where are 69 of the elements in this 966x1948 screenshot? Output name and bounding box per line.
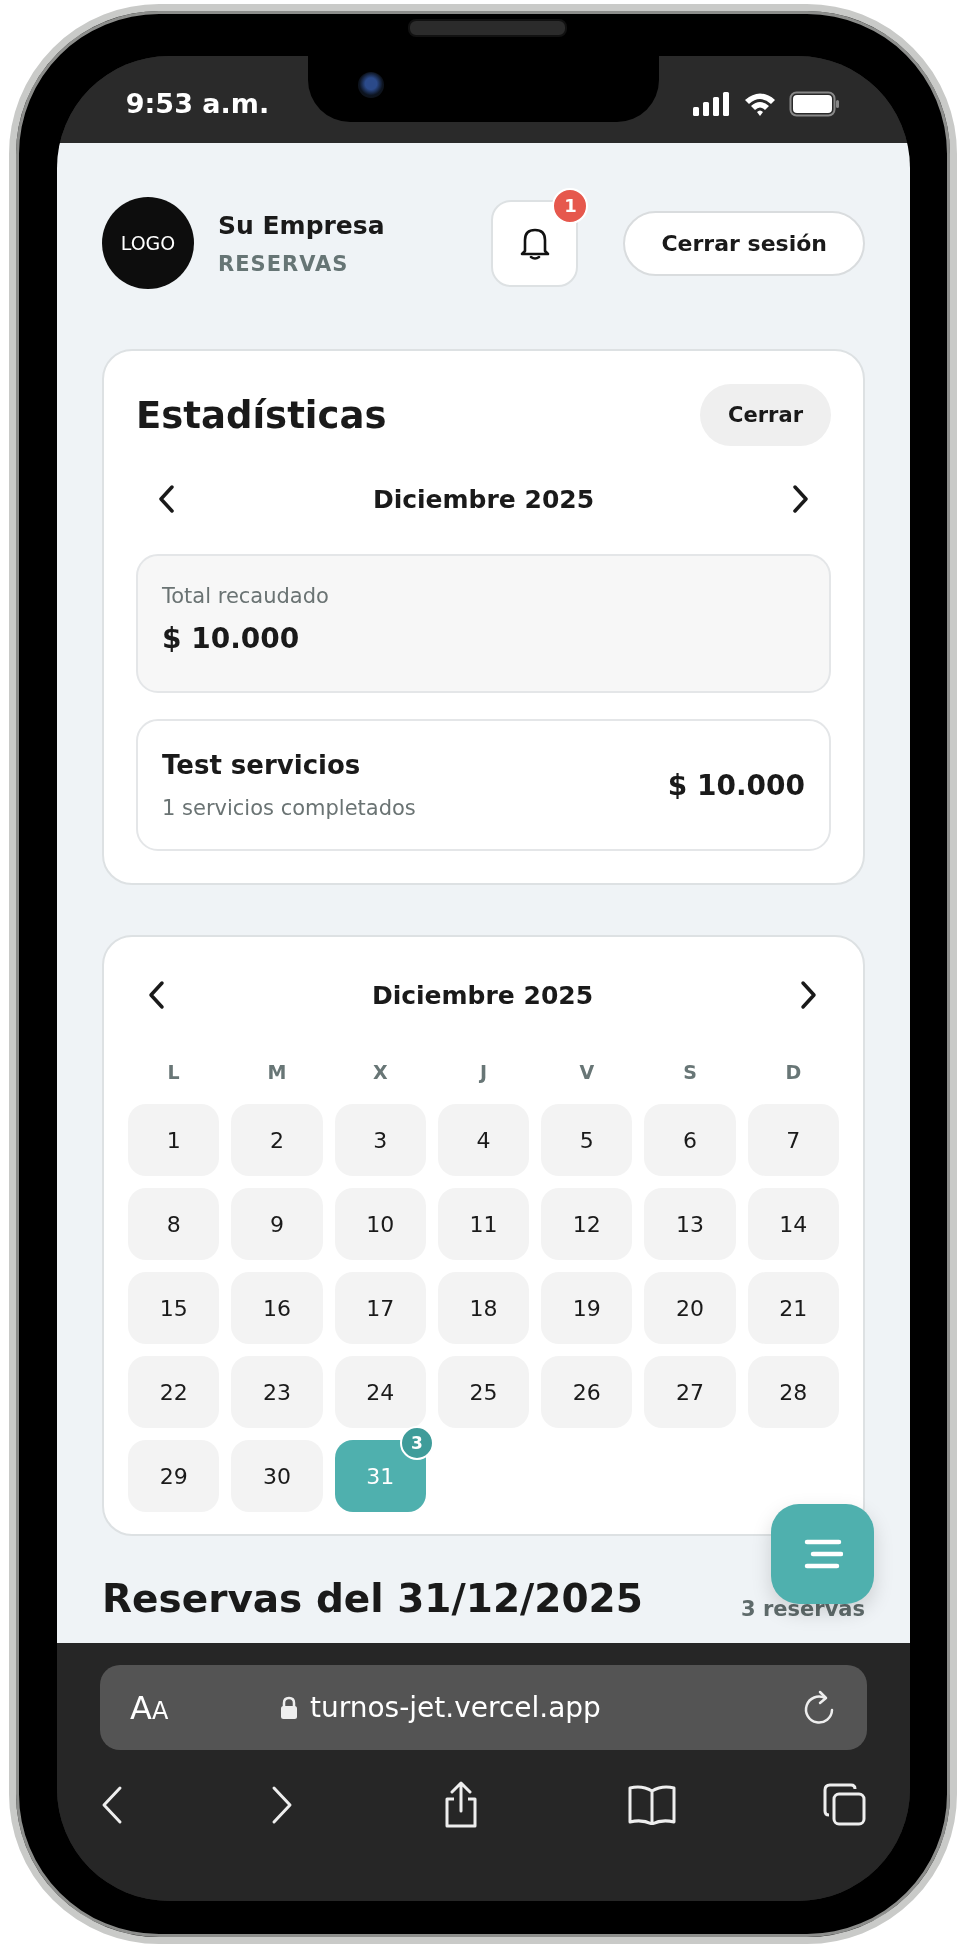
section-label: RESERVAS xyxy=(218,251,350,276)
weekday-label: L xyxy=(166,1060,181,1085)
battery-icon xyxy=(789,90,841,117)
notifications-button[interactable] xyxy=(491,199,579,287)
month-label: Diciembre 2025 xyxy=(372,484,595,514)
calendar-day[interactable]: 12 xyxy=(541,1188,633,1260)
logo: LOGO xyxy=(102,197,194,289)
total-amount: $ 10.000 xyxy=(162,622,301,655)
text-size-button[interactable]: AA xyxy=(130,1688,280,1727)
url-text: turnos-jet.vercel.app xyxy=(310,1691,601,1724)
service-amount: $ 10.000 xyxy=(667,768,805,802)
calendar-day[interactable]: 9 xyxy=(231,1188,323,1260)
calendar-day[interactable]: 30 xyxy=(231,1440,323,1512)
calendar-day[interactable]: 4 xyxy=(437,1104,530,1176)
lock-icon xyxy=(280,1695,298,1720)
calendar-day[interactable]: 19 xyxy=(541,1272,633,1344)
calendar-day[interactable]: 16 xyxy=(231,1272,323,1344)
calendar-day[interactable]: 28 xyxy=(747,1356,839,1428)
calendar-day[interactable]: 23 xyxy=(231,1356,323,1428)
calendar-day[interactable]: 7 xyxy=(747,1104,839,1176)
notification-badge: 1 xyxy=(552,187,589,224)
menu-icon xyxy=(802,1539,843,1569)
calendar-day[interactable]: 8 xyxy=(128,1188,220,1260)
count-badge: 3 xyxy=(399,1426,434,1460)
service-detail: 1 servicios completados xyxy=(162,796,416,820)
logout-button[interactable]: Cerrar sesión xyxy=(623,210,865,276)
tabs-icon[interactable] xyxy=(823,1783,867,1827)
calendar-day[interactable]: 24 xyxy=(334,1356,426,1428)
calendar-day[interactable]: 1 xyxy=(128,1104,220,1176)
menu-button[interactable] xyxy=(771,1504,874,1604)
month-label: Diciembre 2025 xyxy=(371,980,594,1010)
camera-lens xyxy=(358,72,384,98)
calendar-day[interactable]: 27 xyxy=(644,1356,736,1428)
calendar-day[interactable]: 3 xyxy=(334,1104,426,1176)
company-name: Su Empresa xyxy=(218,210,386,240)
service-name: Test servicios xyxy=(162,750,362,780)
calendar-day[interactable]: 15 xyxy=(128,1272,220,1344)
calendar-day[interactable]: 5 xyxy=(541,1104,633,1176)
calendar-day[interactable]: 21 xyxy=(747,1272,839,1344)
weekday-label: S xyxy=(682,1060,698,1085)
reservations-count: 3 reservas xyxy=(741,1597,865,1621)
calendar-day[interactable]: 29 xyxy=(128,1440,220,1512)
calendar-day[interactable]: 13 xyxy=(644,1188,736,1260)
reservations-heading: Reservas del 31/12/2025 xyxy=(102,1576,643,1621)
address-bar[interactable]: AA turnos-jet.vercel.app xyxy=(100,1665,867,1750)
book-icon[interactable] xyxy=(626,1785,677,1825)
calendar-day[interactable]: 10 xyxy=(334,1188,426,1260)
calendar-day[interactable]: 14 xyxy=(747,1188,839,1260)
calendar-day[interactable]: 11 xyxy=(437,1188,530,1260)
calendar-day[interactable]: 25 xyxy=(437,1356,530,1428)
calendar-day[interactable]: 26 xyxy=(541,1356,633,1428)
close-button[interactable]: Cerrar xyxy=(700,384,831,446)
weekday-label: X xyxy=(371,1060,389,1085)
weekday-label: D xyxy=(784,1060,803,1085)
weekday-label: M xyxy=(266,1060,288,1085)
signal-icon xyxy=(693,91,731,116)
weekday-label: V xyxy=(578,1060,596,1085)
calendar-day[interactable]: 18 xyxy=(437,1272,530,1344)
calendar-day[interactable]: 20 xyxy=(644,1272,736,1344)
calendar-day[interactable]: 22 xyxy=(128,1356,220,1428)
calendar-day[interactable]: 17 xyxy=(334,1272,426,1344)
status-time: 9:53 a.m. xyxy=(124,87,271,121)
total-label: Total recaudado xyxy=(162,584,330,608)
back-icon[interactable] xyxy=(100,1785,124,1825)
weekday-label: J xyxy=(478,1060,489,1085)
card-title: Estadísticas xyxy=(136,393,387,437)
wifi-icon xyxy=(743,91,777,116)
calendar-day[interactable]: 2 xyxy=(231,1104,323,1176)
calendar-day[interactable]: 6 xyxy=(644,1104,736,1176)
